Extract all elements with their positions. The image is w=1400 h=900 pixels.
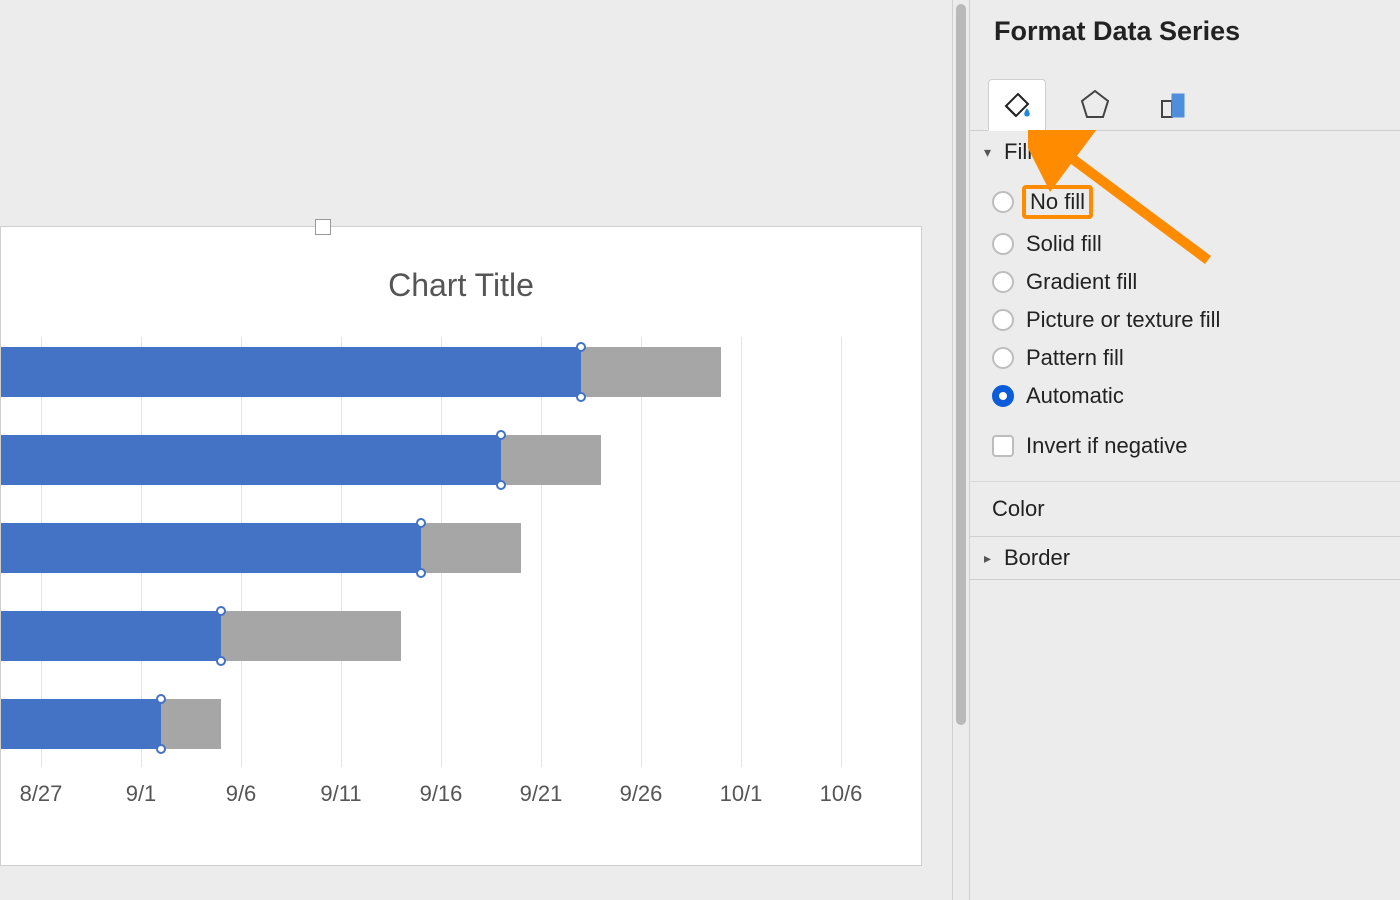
section-fill-header[interactable]: ▾ Fill xyxy=(970,131,1400,173)
chevron-down-icon: ▾ xyxy=(984,144,998,161)
chart-bar-blue[interactable] xyxy=(1,699,161,749)
panel-tab-row xyxy=(970,71,1400,131)
paint-bucket-icon xyxy=(1000,88,1034,122)
panel-title: Format Data Series xyxy=(970,8,1400,71)
series-selection-handle[interactable] xyxy=(216,606,226,616)
chart-x-tick: 10/1 xyxy=(720,781,763,807)
pentagon-icon xyxy=(1078,87,1112,121)
chart-x-tick: 8/27 xyxy=(20,781,63,807)
fill-option-pattern-fill[interactable]: Pattern fill xyxy=(984,339,1386,377)
fill-option-label: Pattern fill xyxy=(1026,345,1124,371)
chart-bar-gray[interactable] xyxy=(161,699,221,749)
chart-gridline xyxy=(641,337,642,767)
chart-bar-gray[interactable] xyxy=(221,611,401,661)
chart-bar-row[interactable] xyxy=(1,347,721,397)
section-border: ▸ Border xyxy=(970,537,1400,580)
chart-selection-handle[interactable] xyxy=(315,219,331,235)
section-fill: ▾ Fill No fill Solid fill Gradient fill Pic… xyxy=(970,131,1400,537)
tab-series-options[interactable] xyxy=(1144,78,1202,130)
chart-x-tick: 9/11 xyxy=(320,781,361,807)
series-selection-handle[interactable] xyxy=(156,694,166,704)
format-data-series-panel: Format Data Series xyxy=(970,0,1400,900)
radio-icon xyxy=(992,271,1014,293)
radio-icon xyxy=(992,385,1014,407)
section-border-header[interactable]: ▸ Border xyxy=(970,537,1400,579)
chart-bar-blue[interactable] xyxy=(1,523,421,573)
fill-option-label: Gradient fill xyxy=(1026,269,1137,295)
chart-plot-area[interactable]: 8/27 9/1 9/6 9/11 9/16 9/21 9/26 10/1 10/6 xyxy=(1,337,881,817)
chart-bar-blue[interactable] xyxy=(1,435,501,485)
series-selection-handle[interactable] xyxy=(416,518,426,528)
chart-bar-gray[interactable] xyxy=(421,523,521,573)
invert-if-negative-label: Invert if negative xyxy=(1026,433,1187,459)
chart-x-tick: 10/6 xyxy=(820,781,863,807)
chart-x-tick: 9/6 xyxy=(226,781,257,807)
fill-option-label: Picture or texture fill xyxy=(1026,307,1220,333)
chart-bar-row[interactable] xyxy=(1,523,521,573)
fill-option-picture-texture-fill[interactable]: Picture or texture fill xyxy=(984,301,1386,339)
tab-effects[interactable] xyxy=(1066,78,1124,130)
worksheet-area: Chart Title 8/27 9/1 9/6 9/11 9/16 9/21 9/26 10… xyxy=(0,0,952,900)
series-selection-handle[interactable] xyxy=(576,392,586,402)
fill-option-solid-fill[interactable]: Solid fill xyxy=(984,225,1386,263)
chart-x-tick: 9/21 xyxy=(520,781,563,807)
radio-icon xyxy=(992,347,1014,369)
color-label: Color xyxy=(992,496,1045,521)
series-selection-handle[interactable] xyxy=(576,342,586,352)
chart-bar-row[interactable] xyxy=(1,435,601,485)
color-label-row[interactable]: Color xyxy=(970,482,1400,536)
invert-if-negative[interactable]: Invert if negative xyxy=(984,427,1386,465)
fill-option-no-fill[interactable]: No fill xyxy=(984,179,1386,225)
series-selection-handle[interactable] xyxy=(416,568,426,578)
fill-option-label: Solid fill xyxy=(1026,231,1102,257)
tab-fill-and-line[interactable] xyxy=(988,79,1046,131)
chevron-right-icon: ▸ xyxy=(984,550,998,567)
chart-gridline xyxy=(541,337,542,767)
chart-gridline xyxy=(841,337,842,767)
chart-bar-blue[interactable] xyxy=(1,347,581,397)
radio-icon xyxy=(992,191,1014,213)
annotation-highlight: No fill xyxy=(1022,185,1093,219)
series-selection-handle[interactable] xyxy=(216,656,226,666)
chart-x-tick: 9/26 xyxy=(620,781,663,807)
checkbox-icon xyxy=(992,435,1014,457)
radio-icon xyxy=(992,233,1014,255)
chart-title[interactable]: Chart Title xyxy=(1,267,921,304)
series-selection-handle[interactable] xyxy=(156,744,166,754)
chart-bar-gray[interactable] xyxy=(581,347,721,397)
chart-bar-row[interactable] xyxy=(1,611,401,661)
chart-x-tick: 9/1 xyxy=(126,781,157,807)
fill-option-automatic[interactable]: Automatic xyxy=(984,377,1386,415)
section-border-label: Border xyxy=(1004,545,1070,571)
chart-bar-row[interactable] xyxy=(1,699,221,749)
section-fill-label: Fill xyxy=(1004,139,1032,165)
fill-option-gradient-fill[interactable]: Gradient fill xyxy=(984,263,1386,301)
radio-icon xyxy=(992,309,1014,331)
chart-object[interactable]: Chart Title 8/27 9/1 9/6 9/11 9/16 9/21 9/26 10… xyxy=(0,226,922,866)
vertical-scrollbar[interactable] xyxy=(952,0,970,900)
vertical-scrollbar-thumb[interactable] xyxy=(956,4,966,725)
series-options-icon xyxy=(1156,87,1190,121)
series-selection-handle[interactable] xyxy=(496,430,506,440)
chart-bar-gray[interactable] xyxy=(501,435,601,485)
fill-option-label: Automatic xyxy=(1026,383,1124,409)
chart-bar-blue[interactable] xyxy=(1,611,221,661)
chart-gridline xyxy=(741,337,742,767)
series-selection-handle[interactable] xyxy=(496,480,506,490)
fill-options-group: No fill Solid fill Gradient fill Picture or… xyxy=(970,173,1400,482)
chart-x-tick: 9/16 xyxy=(420,781,463,807)
fill-option-label: No fill xyxy=(1030,189,1085,214)
